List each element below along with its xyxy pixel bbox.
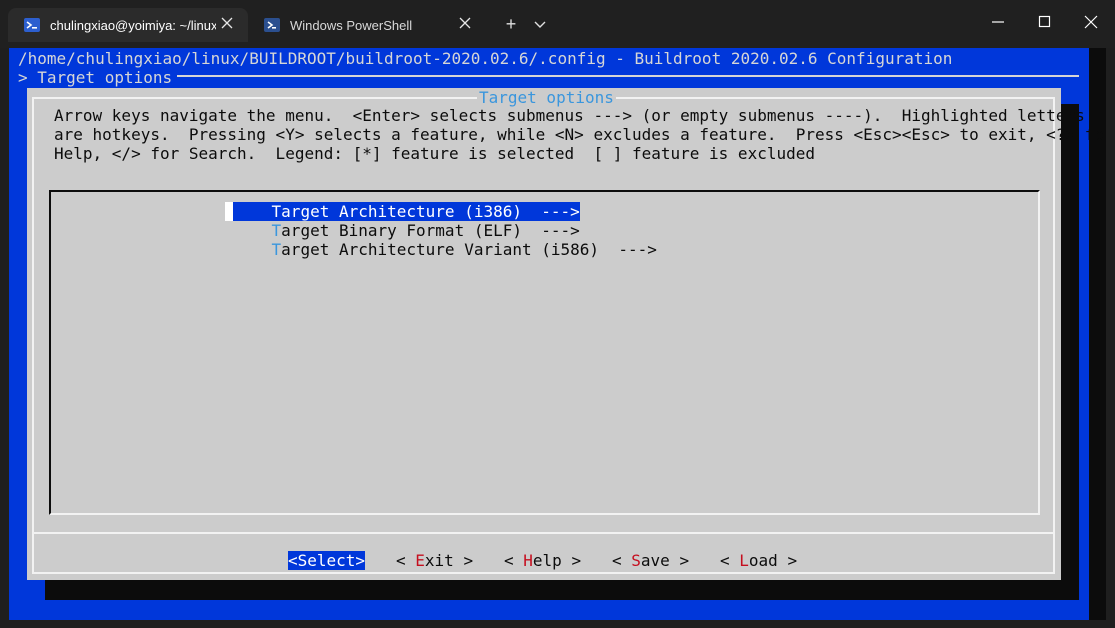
close-window-button[interactable]: [1078, 10, 1104, 34]
tab-windows-powershell[interactable]: Windows PowerShell: [248, 8, 486, 42]
select-button[interactable]: <Select>: [288, 551, 366, 570]
hotkey-letter: H: [523, 551, 533, 570]
button-label: elp >: [532, 551, 582, 570]
maximize-button[interactable]: [1032, 10, 1058, 34]
hotkey-letter: S: [631, 551, 641, 570]
tab-label: Windows PowerShell: [290, 17, 413, 33]
hotkey-letter: E: [415, 551, 425, 570]
load-button[interactable]: < Load >: [720, 551, 797, 570]
selection-cursor: [225, 202, 233, 221]
menu-item-target-architecture-variant[interactable]: Target Architecture Variant (i586) --->: [225, 240, 657, 259]
config-path-line: /home/chulingxiao/linux/BUILDROOT/buildr…: [18, 49, 953, 68]
hotkey-letter: T: [271, 221, 282, 240]
terminal-icon: [24, 18, 40, 32]
title-bar: chulingxiao@yoimiya: ~/linux Windows Pow…: [0, 0, 1115, 48]
menu-item-label: arget Architecture Variant (i586) --->: [281, 240, 657, 259]
hotkey-letter: L: [739, 551, 749, 570]
chevron-down-icon[interactable]: [530, 14, 550, 34]
tab-label: chulingxiao@yoimiya: ~/linux: [50, 17, 216, 33]
hotkey-letter: T: [271, 240, 282, 259]
button-bracket: <: [720, 551, 740, 570]
help-text: Arrow keys navigate the menu. <Enter> se…: [54, 106, 1106, 163]
dialog-title: Target options: [477, 88, 616, 107]
button-label: xit >: [424, 551, 474, 570]
help-button[interactable]: < Help >: [504, 551, 581, 570]
breadcrumb-rule: [177, 75, 1079, 77]
help-line: Help, </> for Search. Legend: [*] featur…: [54, 144, 815, 163]
tab-linux-terminal[interactable]: chulingxiao@yoimiya: ~/linux: [8, 8, 248, 42]
menu-item-label: arget Binary Format (ELF) --->: [281, 221, 580, 240]
exit-button[interactable]: < Exit >: [396, 551, 473, 570]
button-bracket: <: [612, 551, 632, 570]
terminal-area[interactable]: /home/chulingxiao/linux/BUILDROOT/buildr…: [9, 48, 1106, 620]
close-tab-icon[interactable]: [458, 16, 472, 30]
close-icon: [1084, 15, 1098, 29]
powershell-icon: [264, 18, 280, 32]
menu-item-target-binary-format[interactable]: Target Binary Format (ELF) --->: [225, 221, 580, 240]
help-line: are hotkeys. Pressing <Y> selects a feat…: [54, 125, 1106, 144]
maximize-icon: [1038, 15, 1051, 28]
breadcrumb: > Target options: [18, 68, 173, 87]
save-button[interactable]: < Save >: [612, 551, 689, 570]
close-tab-icon[interactable]: [220, 16, 234, 30]
button-label: ave >: [640, 551, 690, 570]
help-line: Arrow keys navigate the menu. <Enter> se…: [54, 106, 1085, 125]
minimize-icon: [992, 21, 1004, 23]
menu-dialog: Target options Arrow keys navigate the m…: [27, 88, 1106, 580]
button-bar-separator: [32, 532, 1055, 534]
button-label: oad >: [748, 551, 798, 570]
new-tab-button[interactable]: +: [500, 12, 522, 36]
button-bracket: <: [504, 551, 524, 570]
hotkey-letter: T: [271, 202, 282, 221]
button-bracket: <: [396, 551, 416, 570]
menu-item-target-architecture[interactable]: Target Architecture (i386) --->: [225, 202, 580, 221]
minimize-button[interactable]: [985, 10, 1011, 34]
menu-item-label: arget Architecture (i386) --->: [281, 202, 580, 221]
